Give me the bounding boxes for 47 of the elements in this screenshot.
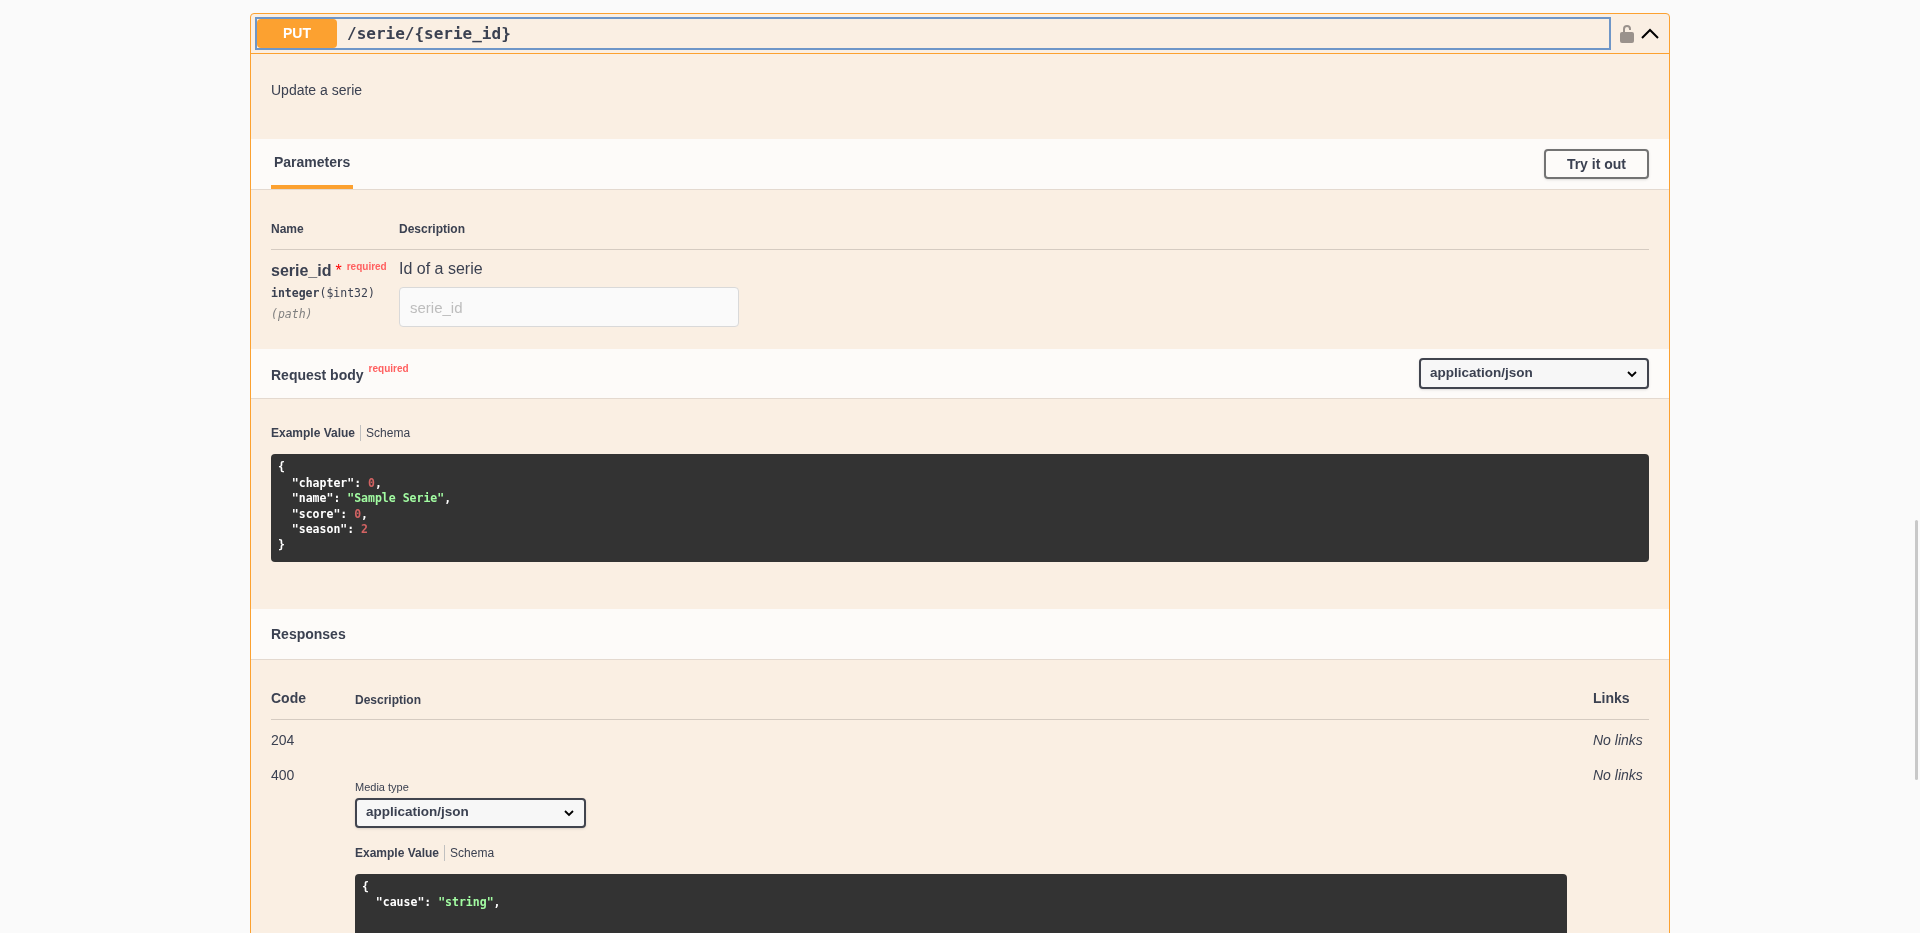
method-badge: PUT (257, 19, 337, 48)
parameter-type: integer($int32) (271, 285, 376, 302)
code-line: "name": "Sample Serie", (290, 491, 452, 507)
parameter-location: (path) (271, 306, 314, 324)
example-tab[interactable]: Example Value (271, 424, 356, 442)
code-line: { (278, 460, 285, 476)
code-line: { (362, 879, 369, 896)
no-links-text: No links (1593, 766, 1644, 785)
column-header: Links (1593, 689, 1631, 708)
required-label: required (368, 362, 409, 376)
try-it-out-button[interactable]: Try it out (1543, 149, 1649, 179)
unlocked-lock-icon (1619, 24, 1635, 43)
scrollbar-thumb[interactable] (1915, 520, 1918, 780)
column-header: Name (271, 221, 305, 238)
lock-button[interactable] (1619, 24, 1635, 43)
code-line: "cause": "string", (374, 895, 501, 911)
chevron-up-icon (1641, 28, 1659, 39)
chevron-down-icon (1626, 369, 1638, 378)
parameters-tab[interactable]: Parameters (271, 139, 354, 189)
no-links-text: No links (1593, 731, 1644, 750)
code-line: "chapter": 0, (290, 475, 382, 492)
required-asterisk: * (335, 261, 342, 281)
code-line: "season": 2 (290, 522, 369, 538)
code-line: } (278, 537, 285, 554)
required-label: required (346, 260, 387, 274)
operation-summary: Update a serie (271, 81, 364, 100)
column-header: Description (399, 221, 465, 238)
chevron-down-icon (563, 808, 575, 817)
code-line: "score": 0, (290, 506, 369, 523)
endpoint-path: /serie/{serie_id} (347, 22, 511, 45)
column-header: Code (271, 689, 307, 708)
request-body-title: Request body (271, 366, 364, 385)
parameter-name: serie_id (271, 261, 332, 281)
response-code: 400 (271, 766, 296, 785)
serie-id-input[interactable]: serie_id (399, 287, 739, 327)
media-type-select[interactable]: application/json (1419, 358, 1649, 389)
operation-header[interactable]: PUT /serie/{serie_id} (255, 17, 1611, 50)
parameter-description: Id of a serie (399, 259, 484, 279)
column-header: Description (355, 692, 422, 709)
example-tab[interactable]: Schema (450, 843, 495, 862)
response-code: 204 (271, 731, 296, 750)
example-tab[interactable]: Example Value (355, 843, 440, 862)
collapse-button[interactable] (1641, 28, 1659, 39)
media-type-label: Media type (355, 780, 410, 795)
media-type-select[interactable]: application/json (355, 797, 586, 828)
example-tab[interactable]: Schema (366, 424, 411, 442)
responses-title: Responses (271, 624, 346, 644)
